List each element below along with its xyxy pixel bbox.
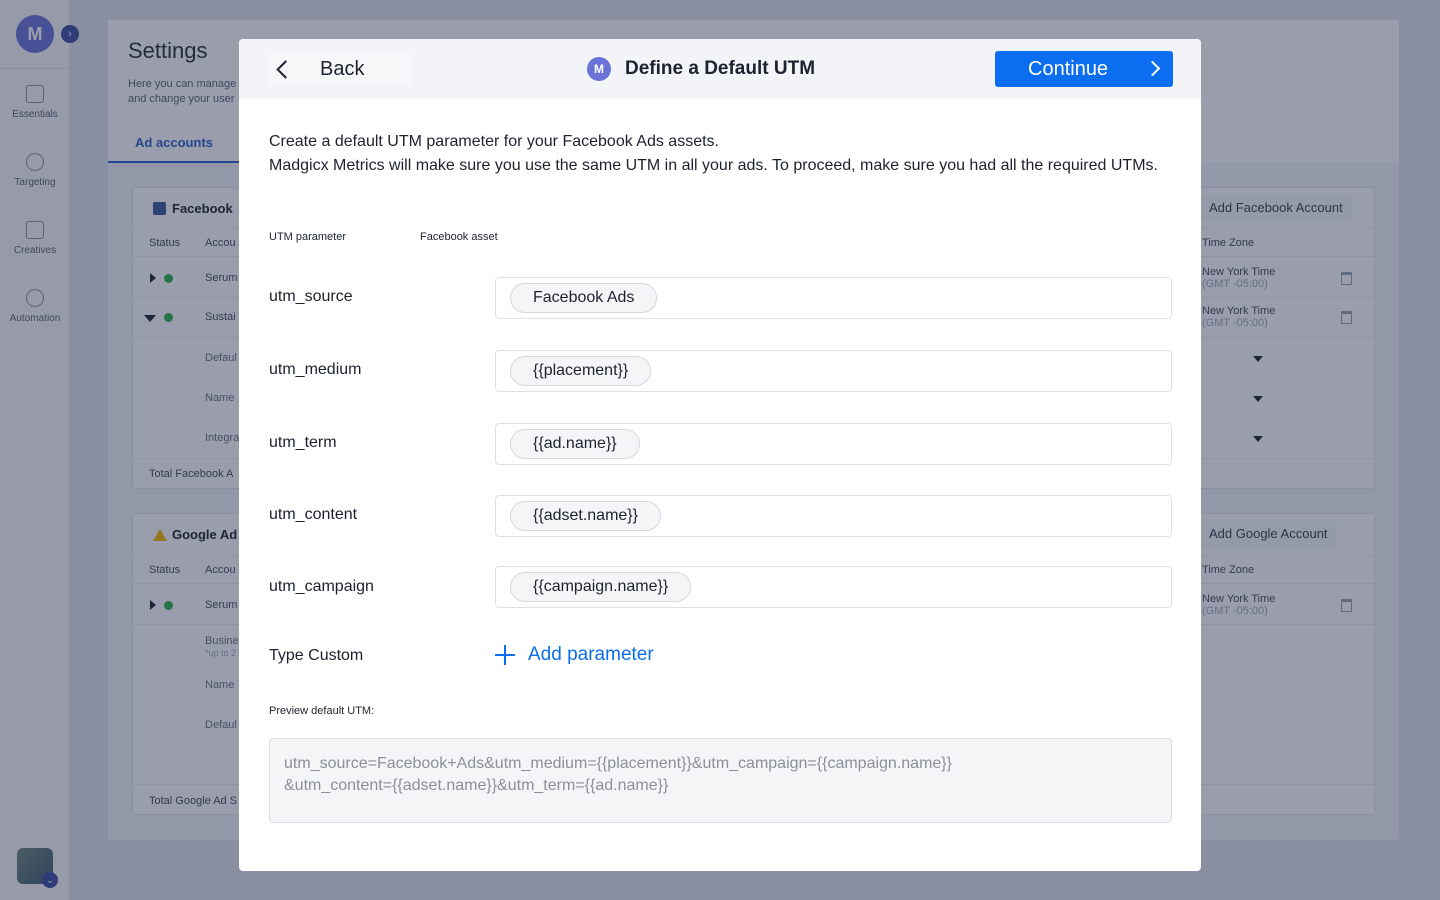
utm-content-label: utm_content (269, 506, 358, 523)
madgicx-logo-icon: M (587, 57, 611, 81)
plus-icon (495, 645, 515, 665)
column-header-facebook-asset: Facebook asset (420, 231, 498, 243)
asset-chip[interactable]: Facebook Ads (510, 283, 658, 313)
column-header-utm-parameter: UTM parameter (269, 231, 347, 243)
define-utm-modal: Back M Define a Default UTM Continue Cre… (239, 39, 1201, 871)
intro-text: Create a default UTM parameter for your … (269, 130, 1169, 177)
continue-button-label: Continue (1028, 57, 1109, 80)
utm-term-field[interactable]: {{ad.name}} (495, 423, 1172, 465)
add-parameter-label: Add parameter (528, 644, 654, 665)
preview-utm-line: &utm_content={{adset.name}}&utm_term={{a… (284, 777, 669, 794)
preview-label: Preview default UTM: (269, 705, 375, 717)
add-parameter-button[interactable]: Add parameter (495, 644, 654, 666)
chevron-left-icon (276, 59, 295, 79)
utm-medium-label: utm_medium (269, 361, 362, 378)
utm-campaign-field[interactable]: {{campaign.name}} (495, 566, 1172, 608)
asset-chip[interactable]: {{placement}} (510, 356, 652, 386)
utm-campaign-label: utm_campaign (269, 578, 374, 595)
modal-header: Back M Define a Default UTM Continue (239, 39, 1201, 99)
intro-line: Madgicx Metrics will make sure you use t… (269, 156, 1158, 174)
intro-line: Create a default UTM parameter for your … (269, 133, 719, 150)
asset-chip[interactable]: {{adset.name}} (510, 501, 661, 531)
asset-chip[interactable]: {{campaign.name}} (510, 572, 692, 602)
modal-title-group: M Define a Default UTM (587, 57, 815, 81)
asset-chip[interactable]: {{ad.name}} (510, 429, 640, 459)
utm-source-field[interactable]: Facebook Ads (495, 277, 1172, 319)
utm-source-label: utm_source (269, 288, 353, 305)
back-button-label: Back (320, 57, 365, 80)
back-button[interactable]: Back (267, 52, 411, 86)
modal-title: Define a Default UTM (625, 58, 816, 79)
utm-content-field[interactable]: {{adset.name}} (495, 495, 1172, 537)
preview-utm-line: utm_source=Facebook+Ads&utm_medium={{pla… (284, 755, 952, 772)
utm-term-label: utm_term (269, 434, 337, 451)
utm-medium-field[interactable]: {{placement}} (495, 350, 1172, 392)
type-custom-label: Type Custom (269, 647, 364, 664)
preview-utm-box: utm_source=Facebook+Ads&utm_medium={{pla… (269, 738, 1172, 823)
chevron-right-icon (1144, 60, 1161, 77)
continue-button[interactable]: Continue (995, 51, 1173, 87)
